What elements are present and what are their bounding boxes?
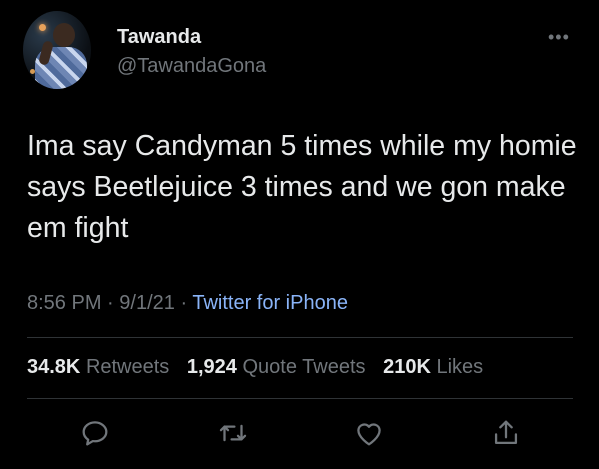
quote-tweets-stat[interactable]: 1,924 Quote Tweets	[187, 356, 366, 378]
likes-label: Likes	[436, 356, 484, 378]
avatar-background-light	[39, 24, 46, 31]
quote-tweets-count: 1,924	[186, 356, 237, 378]
divider	[27, 398, 573, 399]
engagement-stats: 34.8K Retweets 1,924 Quote Tweets 210K L…	[27, 356, 483, 379]
retweets-stat[interactable]: 34.8K Retweets	[27, 356, 169, 378]
share-icon	[494, 420, 518, 445]
share-button[interactable]	[489, 416, 523, 450]
action-bar	[0, 412, 599, 452]
tweet-time[interactable]: 8:56 PM	[27, 292, 101, 314]
more-options-icon[interactable]: •••	[548, 27, 570, 48]
divider	[27, 337, 573, 338]
retweet-icon	[219, 424, 247, 442]
retweets-count: 34.8K	[27, 356, 81, 378]
meta-separator: ·	[107, 292, 114, 314]
heart-icon	[357, 423, 381, 446]
author-handle[interactable]: @TawandaGona	[117, 55, 266, 78]
author-name[interactable]: Tawanda	[117, 26, 201, 49]
retweets-label: Retweets	[85, 356, 170, 378]
tweet-date[interactable]: 9/1/21	[119, 292, 175, 314]
quote-tweets-label: Quote Tweets	[242, 356, 366, 378]
like-button[interactable]	[352, 416, 386, 450]
tweet-source-link[interactable]: Twitter for iPhone	[192, 292, 348, 314]
meta-separator: ·	[180, 292, 188, 314]
reply-icon	[82, 421, 108, 446]
retweet-button[interactable]	[216, 416, 250, 450]
tweet-text: Ima say Candyman 5 times while my homie …	[27, 130, 577, 244]
avatar-head	[53, 23, 75, 47]
reply-button[interactable]	[78, 416, 112, 450]
avatar[interactable]	[23, 11, 91, 89]
tweet-meta: 8:56 PM · 9/1/21 · Twitter for iPhone	[27, 292, 348, 315]
likes-stat[interactable]: 210K Likes	[383, 356, 483, 378]
likes-count: 210K	[383, 356, 431, 378]
